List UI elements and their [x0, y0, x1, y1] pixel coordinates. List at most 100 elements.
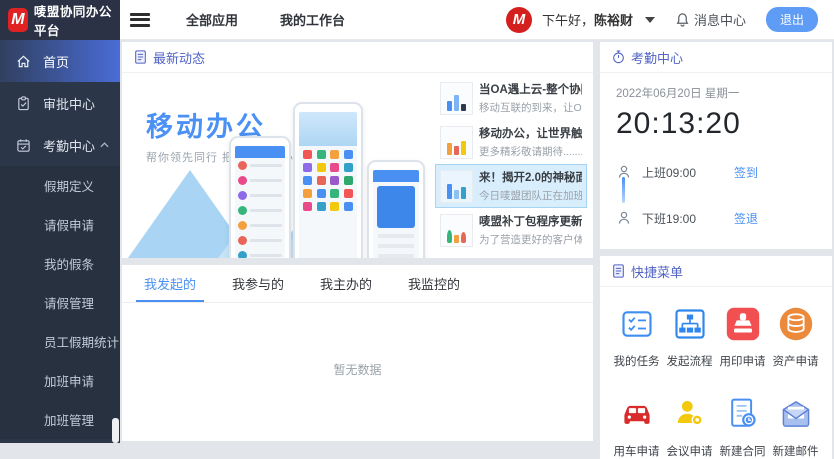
user-avatar[interactable]: M [506, 7, 532, 33]
quick-label: 用车申请 [614, 443, 660, 459]
sidebar-item-attendance-center[interactable]: 考勤中心 [0, 124, 120, 166]
quick-seal-request[interactable]: 用印申请 [716, 305, 769, 369]
check-out-label: 下班19:00 [642, 210, 712, 227]
sidebar-item-leave-request[interactable]: 请假申请 [0, 205, 120, 244]
mobile-office-banner[interactable]: 移动办公 帮你领先同行 把工作带出办公室 [122, 73, 433, 258]
app-title: 唛盟协同办公平台 [34, 1, 120, 39]
document-icon [134, 50, 147, 64]
quick-label: 用印申请 [720, 353, 766, 369]
tab-hosted-by-me[interactable]: 我主办的 [302, 265, 390, 302]
attendance-panel: 考勤中心 2022年06月20日 星期一 20:13:20 上班09:00 签到… [600, 42, 832, 249]
check-in-label: 上班09:00 [642, 164, 712, 181]
timeline-connector [622, 177, 625, 203]
meeting-icon [672, 396, 708, 432]
sidebar-item-my-leave-notes[interactable]: 我的假条 [0, 244, 120, 283]
quick-label: 资产申请 [773, 353, 819, 369]
asset-icon [778, 306, 814, 342]
quick-label: 会议申请 [667, 443, 713, 459]
news-title: 来！揭开2.0的神秘面纱- [479, 169, 582, 185]
top-header: M 唛盟协同办公平台 全部应用 我的工作台 M 下午好，陈裕财 消息中心 退出 [0, 0, 834, 40]
sidebar-item-employee-holiday-stats[interactable]: 员工假期统计 [0, 322, 120, 361]
home-icon [16, 54, 31, 69]
flow-icon [672, 306, 708, 342]
message-center-label: 消息中心 [694, 10, 746, 29]
sidebar-scrollbar[interactable] [112, 418, 119, 443]
panel-title: 快捷菜单 [631, 262, 683, 281]
news-item-selected[interactable]: 来！揭开2.0的神秘面纱- 今日唛盟团队正在加班加点, [435, 164, 587, 208]
sidebar-item-home[interactable]: 首页 [0, 40, 120, 82]
quick-new-mail[interactable]: 新建邮件 [769, 395, 822, 459]
attendance-date: 2022年06月20日 星期一 [616, 85, 816, 101]
quick-meeting-request[interactable]: 会议申请 [663, 395, 716, 459]
news-list: 当OA遇上云-整个协同OA 移动互联的到来，让OA与云 移动办公，让世界触手可 … [433, 73, 593, 258]
top-nav: 全部应用 我的工作台 [186, 10, 345, 29]
mail-icon [777, 396, 815, 432]
sidebar-item-label: 首页 [43, 52, 69, 71]
quick-my-tasks[interactable]: 我的任务 [610, 305, 663, 369]
quick-asset-request[interactable]: 资产申请 [769, 305, 822, 369]
app-logo: M 唛盟协同办公平台 [0, 0, 120, 40]
check-in-link[interactable]: 签到 [734, 164, 758, 181]
nav-my-workbench[interactable]: 我的工作台 [280, 10, 345, 29]
bell-icon [675, 12, 690, 27]
sidebar: 首页 审批中心 考勤中心 假期定义 请假申请 我的假条 请假管理 员工假期统计 … [0, 40, 120, 443]
sidebar-item-label: 考勤中心 [43, 136, 95, 155]
news-title: 唛盟补丁包程序更新 [479, 213, 582, 229]
check-in-row: 上班09:00 签到 [616, 157, 816, 187]
quick-new-contract[interactable]: 新建合同 [716, 395, 769, 459]
stamp-icon [725, 306, 761, 342]
task-tabs: 我发起的 我参与的 我主办的 我监控的 [122, 265, 593, 303]
quick-label: 新建合同 [720, 443, 766, 459]
latest-news-panel: 最新动态 移动办公 帮你领先同行 把工作带出办公室 [122, 42, 593, 258]
news-subtitle: 移动互联的到来，让OA与云 [479, 100, 582, 115]
news-subtitle: 为了营造更好的客户体验，唛 [479, 232, 582, 247]
attendance-clock: 20:13:20 [616, 107, 816, 141]
quick-label: 我的任务 [614, 353, 660, 369]
quick-label: 发起流程 [667, 353, 713, 369]
document-icon [612, 264, 625, 278]
sidebar-item-overtime-request[interactable]: 加班申请 [0, 361, 120, 400]
greeting-text: 下午好， [542, 13, 594, 28]
sidebar-item-label: 审批中心 [43, 94, 95, 113]
news-thumbnail [440, 170, 473, 203]
person-icon [616, 210, 632, 226]
quick-vehicle-request[interactable]: 用车申请 [610, 395, 663, 459]
sidebar-item-holiday-definition[interactable]: 假期定义 [0, 166, 120, 205]
tab-initiated-by-me[interactable]: 我发起的 [126, 265, 214, 302]
chevron-down-icon[interactable] [645, 17, 655, 23]
sidebar-item-approval-center[interactable]: 审批中心 [0, 82, 120, 124]
check-out-link[interactable]: 签退 [734, 210, 758, 227]
logout-button[interactable]: 退出 [766, 7, 818, 32]
sidebar-item-overtime-management[interactable]: 加班管理 [0, 400, 120, 439]
my-tasks-panel: 我发起的 我参与的 我主办的 我监控的 暂无数据 [122, 265, 593, 441]
message-center[interactable]: 消息中心 [675, 10, 746, 29]
chevron-up-icon [99, 141, 110, 149]
news-item[interactable]: 移动办公，让世界触手可 更多精彩敬请期待........ [435, 120, 587, 164]
news-subtitle: 今日唛盟团队正在加班加点, [479, 188, 582, 203]
menu-toggle-icon[interactable] [130, 13, 150, 27]
news-subtitle: 更多精彩敬请期待........ [479, 144, 582, 159]
nav-all-apps[interactable]: 全部应用 [186, 10, 238, 29]
logo-m-icon: M [8, 8, 28, 32]
contract-icon [725, 396, 761, 432]
quick-menu-grid: 我的任务 发起流程 用印申请 资产申请 用车申请 [600, 287, 832, 459]
panel-title: 最新动态 [153, 48, 205, 67]
calendar-icon [16, 138, 31, 153]
user-greeting[interactable]: 下午好，陈裕财 [542, 10, 633, 29]
sidebar-submenu: 假期定义 请假申请 我的假条 请假管理 员工假期统计 加班申请 加班管理 [0, 166, 120, 439]
tab-participated-by-me[interactable]: 我参与的 [214, 265, 302, 302]
news-thumbnail [440, 126, 473, 159]
news-item[interactable]: 唛盟补丁包程序更新 为了营造更好的客户体验，唛 [435, 208, 587, 252]
clipboard-icon [16, 96, 31, 111]
news-thumbnail [440, 214, 473, 247]
panel-title: 考勤中心 [631, 48, 683, 67]
tab-monitored-by-me[interactable]: 我监控的 [390, 265, 478, 302]
sidebar-item-leave-management[interactable]: 请假管理 [0, 283, 120, 322]
quick-label: 新建邮件 [773, 443, 819, 459]
empty-state-text: 暂无数据 [122, 303, 593, 378]
banner-illustration [217, 86, 427, 258]
task-list-icon [619, 306, 655, 342]
news-item[interactable]: 当OA遇上云-整个协同OA 移动互联的到来，让OA与云 [435, 76, 587, 120]
stopwatch-icon [612, 50, 625, 64]
quick-start-flow[interactable]: 发起流程 [663, 305, 716, 369]
